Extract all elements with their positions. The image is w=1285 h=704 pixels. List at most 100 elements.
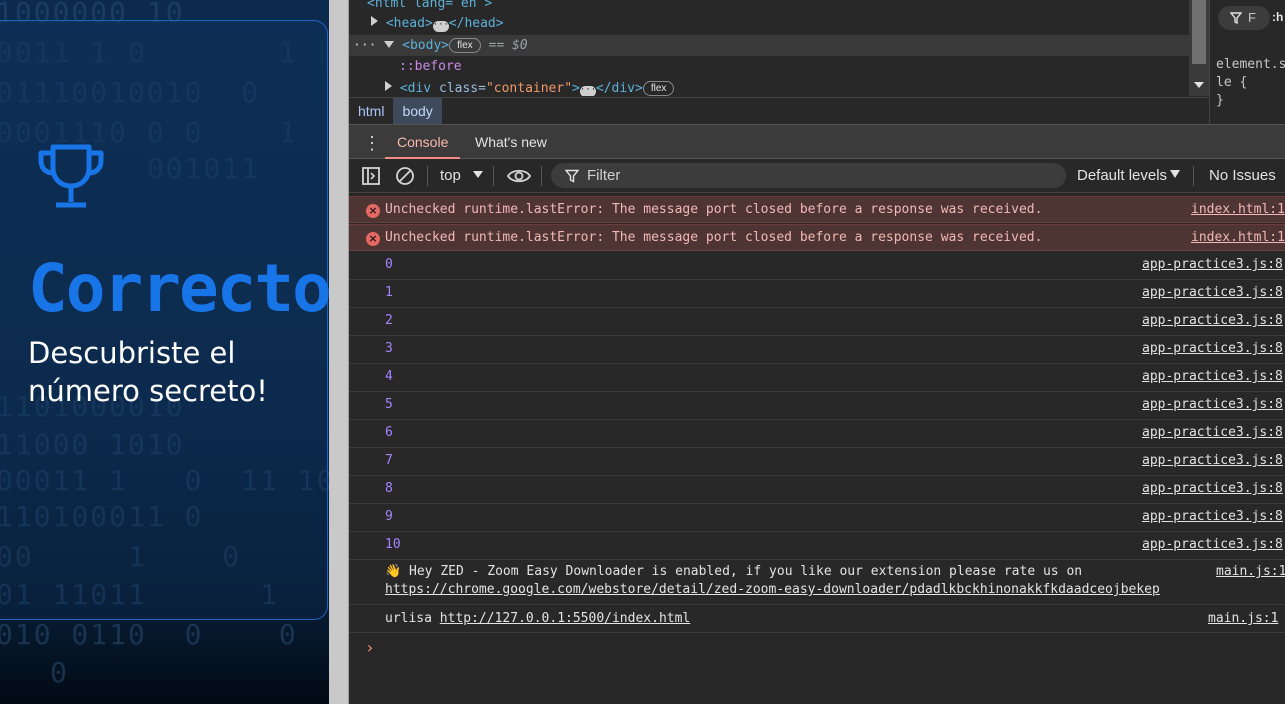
chevron-down-icon	[472, 171, 483, 178]
context-selector[interactable]: top	[440, 167, 483, 184]
flex-badge[interactable]: flex	[642, 81, 675, 96]
page-url-link[interactable]: http://127.0.0.1:5500/index.html	[440, 611, 690, 626]
more-dots-icon[interactable]: ···	[353, 38, 376, 53]
eye-icon[interactable]	[506, 165, 532, 187]
source-link[interactable]: main.js:1	[1208, 611, 1278, 626]
expand-arrow-icon[interactable]	[385, 81, 392, 91]
collapse-arrow-icon[interactable]	[384, 41, 395, 48]
page-subtitle: Descubriste el número secreto!	[28, 336, 268, 408]
attr-name: class=	[438, 81, 486, 96]
source-link[interactable]: index.html:1	[1191, 202, 1285, 217]
pseudo-element: ::before	[399, 59, 462, 74]
source-link[interactable]: app-practice3.js:8	[1142, 313, 1283, 328]
source-link[interactable]: app-practice3.js:8	[1142, 341, 1283, 356]
toolbar-divider	[493, 166, 494, 186]
binary-background: 010 0110 0 0	[0, 618, 298, 651]
drawer-tab-bar: ⋮ Console What's new	[349, 124, 1285, 159]
log-value: 4	[385, 369, 393, 384]
log-levels-dropdown[interactable]: Default levels	[1077, 167, 1181, 184]
scrollbar-thumb[interactable]	[1192, 0, 1206, 64]
toolbar-divider	[427, 166, 428, 186]
styles-pane: F :h element.s le { }	[1209, 0, 1285, 124]
log-value: 5	[385, 397, 393, 412]
attr-value: "container"	[485, 81, 573, 96]
source-link[interactable]: index.html:1	[1191, 230, 1285, 245]
body-tag: <body>	[402, 38, 450, 53]
ellipsis-icon[interactable]: ···	[579, 86, 596, 96]
filter-input[interactable]	[587, 163, 1047, 188]
console-filter[interactable]	[551, 163, 1066, 188]
log-value: 9	[385, 509, 393, 524]
log-value: 8	[385, 481, 393, 496]
console-log-extension: 👋 Hey ZED - Zoom Easy Downloader is enab…	[349, 559, 1285, 605]
ellipsis-icon[interactable]: ···	[432, 21, 449, 32]
drawer-menu-icon[interactable]: ⋮	[363, 133, 381, 153]
console-log-row: 5 app-practice3.js:8	[349, 392, 1285, 420]
error-text: Unchecked runtime.lastError: The message…	[385, 230, 1043, 245]
console-log-row: 0 app-practice3.js:8	[349, 252, 1285, 280]
log-value: 1	[385, 285, 393, 300]
dom-node-div-container[interactable]: <div class="container">···</div> flex	[385, 78, 1209, 96]
devtools-panel: <html lang= en > <head>···</head> ··· <b…	[349, 0, 1285, 704]
issues-counter[interactable]: No Issues	[1209, 167, 1276, 184]
source-link[interactable]: app-practice3.js:8	[1142, 537, 1283, 552]
flex-badge[interactable]: flex	[449, 38, 481, 53]
crumb-html[interactable]: html	[349, 98, 393, 125]
devtools-splitter[interactable]	[329, 0, 349, 704]
console-error: × Unchecked runtime.lastError: The messa…	[349, 224, 1285, 251]
extension-link[interactable]: https://chrome.google.com/webstore/detai…	[385, 582, 1160, 597]
console-prompt[interactable]: ›	[365, 638, 375, 657]
console-log-urlisa: urlisa http://127.0.0.1:5500/index.html …	[349, 606, 1285, 633]
elements-tree: <html lang= en > <head>···</head> ··· <b…	[349, 0, 1209, 96]
log-value: 6	[385, 425, 393, 440]
crumb-body[interactable]: body	[393, 97, 442, 125]
web-page: 1000000 10 0011 1 0 1 01110010010 0 0001…	[0, 0, 329, 704]
error-icon: ×	[366, 232, 380, 246]
console-log-row: 4 app-practice3.js:8	[349, 364, 1285, 392]
source-link[interactable]: app-practice3.js:8	[1142, 425, 1283, 440]
source-link[interactable]: app-practice3.js:8	[1142, 453, 1283, 468]
binary-background: 0	[50, 656, 69, 689]
filter-icon	[1230, 12, 1242, 24]
source-link[interactable]: app-practice3.js:8	[1142, 257, 1283, 272]
hov-toggle[interactable]: :h	[1272, 10, 1283, 24]
scroll-down-icon[interactable]	[1194, 82, 1204, 88]
source-link[interactable]: main.js:1	[1216, 564, 1285, 579]
head-open-tag: <head>	[385, 16, 433, 31]
dom-node-before[interactable]: ::before	[399, 56, 1209, 77]
source-link[interactable]: app-practice3.js:8	[1142, 285, 1283, 300]
source-link[interactable]: app-practice3.js:8	[1142, 481, 1283, 496]
console-log-row: 9 app-practice3.js:8	[349, 504, 1285, 532]
expand-arrow-icon[interactable]	[371, 16, 378, 26]
console-toolbar: top Default levels No Issues	[349, 159, 1285, 193]
sidebar-toggle-icon[interactable]	[360, 165, 382, 187]
log-label: urlisa	[385, 611, 432, 626]
log-value: 10	[385, 537, 401, 552]
head-close-tag: </head>	[448, 16, 504, 31]
clear-console-icon[interactable]	[394, 165, 416, 187]
styles-filter-input[interactable]: F	[1218, 6, 1270, 30]
log-value: 3	[385, 341, 393, 356]
toolbar-divider	[1193, 166, 1194, 186]
log-value: 7	[385, 453, 393, 468]
dom-node-body-selected[interactable]: ··· <body> flex == $0	[349, 35, 1189, 56]
error-text: Unchecked runtime.lastError: The message…	[385, 202, 1043, 217]
log-value: 0	[385, 257, 393, 272]
toolbar-divider	[541, 166, 542, 186]
console-error: × Unchecked runtime.lastError: The messa…	[349, 196, 1285, 223]
dom-node-head[interactable]: <head>···</head>	[371, 13, 1209, 34]
dom-node-html[interactable]: <html lang= en >	[367, 0, 1207, 14]
tab-whats-new[interactable]: What's new	[463, 125, 559, 159]
element-style-rule[interactable]: element.s le { }	[1216, 56, 1285, 110]
source-link[interactable]: app-practice3.js:8	[1142, 509, 1283, 524]
tab-console[interactable]: Console	[385, 125, 461, 159]
trophy-icon	[38, 144, 104, 208]
div-open-tag: <div	[399, 81, 439, 96]
source-link[interactable]: app-practice3.js:8	[1142, 397, 1283, 412]
chevron-down-icon	[1170, 170, 1181, 178]
source-link[interactable]: app-practice3.js:8	[1142, 369, 1283, 384]
breadcrumb: html body	[349, 97, 1209, 125]
console-log-row: 1 app-practice3.js:8	[349, 280, 1285, 308]
page-title: Correcto	[28, 250, 329, 327]
elements-scrollbar[interactable]	[1189, 0, 1209, 96]
